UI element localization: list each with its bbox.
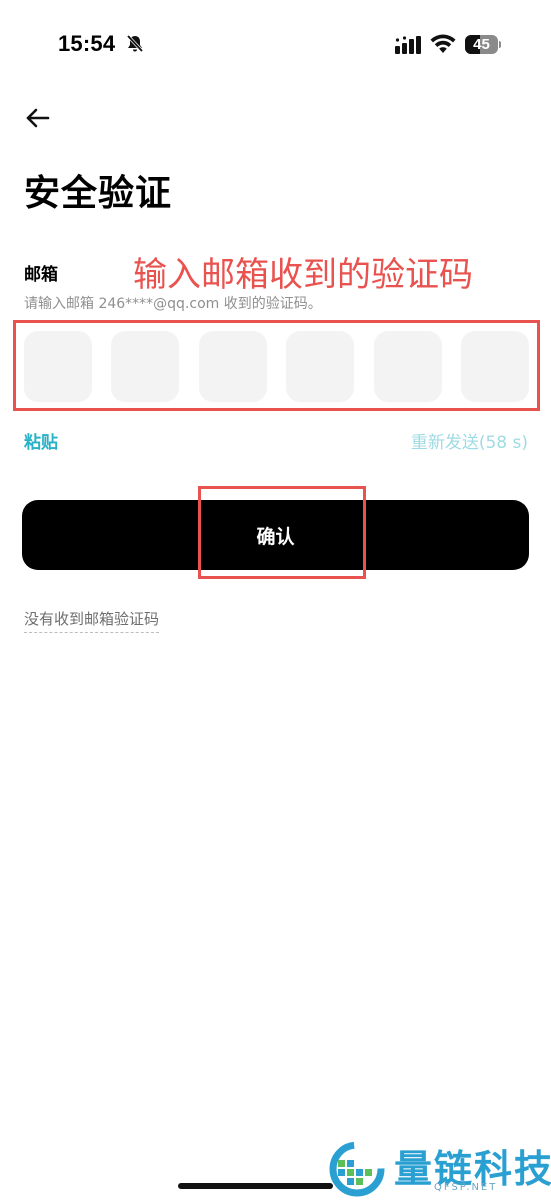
paste-button[interactable]: 粘贴: [24, 428, 58, 453]
status-time: 15:54: [58, 31, 116, 56]
battery-level: 45: [473, 36, 490, 53]
battery-indicator: 45: [465, 35, 501, 54]
annotation-text: 输入邮箱收到的验证码: [133, 255, 473, 295]
security-verification-screen: 15:54 45 安全验证 邮箱 输入邮箱收到的验证码 请输入邮箱 246***…: [0, 0, 551, 1200]
code-digit-box[interactable]: [111, 331, 180, 402]
watermark-domain: QFSP.NET: [434, 1182, 498, 1193]
code-digit-box[interactable]: [24, 331, 92, 402]
code-digit-box[interactable]: [461, 331, 529, 402]
code-digit-box[interactable]: [198, 331, 267, 402]
email-field-label: 邮箱: [24, 265, 58, 285]
wifi-icon: [430, 34, 456, 53]
status-bar: 15:54 45: [0, 0, 551, 90]
cellular-signal-icon: [395, 36, 421, 54]
confirm-button[interactable]: 确认: [22, 500, 529, 570]
page-title: 安全验证: [24, 173, 173, 214]
resend-code-button[interactable]: 重新发送(58 s): [411, 428, 528, 453]
verification-hint: 请输入邮箱 246****@qq.com 收到的验证码。: [24, 296, 322, 312]
verification-code-input[interactable]: [24, 331, 529, 402]
no-code-received-link[interactable]: 没有收到邮箱验证码: [24, 608, 160, 633]
code-digit-box[interactable]: [286, 331, 355, 402]
home-indicator: [178, 1183, 333, 1189]
watermark: 量链科技 QFSP.NET: [328, 1138, 551, 1200]
back-arrow-icon[interactable]: [22, 102, 54, 134]
watermark-logo-icon: [329, 1141, 385, 1197]
code-digit-box[interactable]: [373, 331, 442, 402]
bell-muted-icon: [126, 34, 144, 53]
